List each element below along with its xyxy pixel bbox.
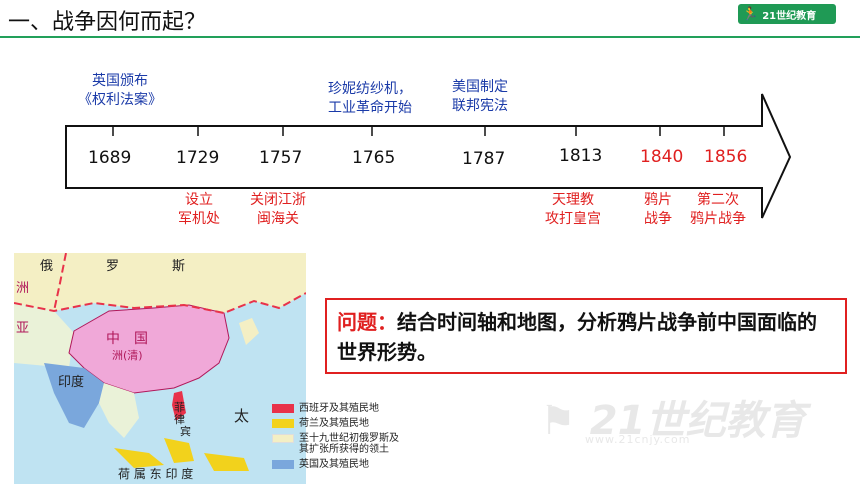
timeline-note-us-constitution: 美国制定 联邦宪法 [452, 79, 508, 114]
legend-swatch-netherlands [272, 419, 294, 428]
question-heading: 问题： [337, 310, 397, 334]
title-bar: 一、战争因何而起？ 🏃 21世纪教育 [0, 0, 860, 38]
map-shapes [14, 253, 306, 471]
page-title: 一、战争因何而起？ [8, 10, 207, 35]
map-label-pacific: 太 [234, 407, 250, 425]
legend-swatch-russia [272, 434, 294, 443]
timeline-year-1765: 1765 [352, 148, 396, 168]
brand-logo-text: 21世纪教育 [762, 10, 817, 22]
historical-map: 俄 罗 斯 洲 亚 中 国 洲(清) 印度 菲 律 宾 太 荷 属 东 印 度 [14, 253, 306, 484]
watermark-url: www.21cnjy.com [585, 433, 691, 446]
japan-land [239, 318, 259, 345]
dutch-indies-2 [164, 438, 194, 463]
map-label-qing: 洲(清) [112, 349, 143, 362]
legend-swatch-spain [272, 404, 294, 413]
timeline-year-1689: 1689 [88, 148, 132, 168]
title-divider [0, 36, 860, 38]
timeline-year-1757: 1757 [259, 148, 303, 168]
timeline-year-1856: 1856 [704, 147, 748, 167]
dutch-indies-3 [204, 453, 249, 471]
timeline-note-industrial-revolution: 珍妮纺纱机， 工业革命开始 [328, 81, 412, 116]
brand-logo: 🏃 21世纪教育 [738, 4, 836, 24]
map-label-china: 中 国 [106, 331, 148, 347]
legend-netherlands: 荷兰及其殖民地 [272, 418, 369, 429]
map-label-ya: 亚 [16, 321, 30, 336]
timeline-note-close-customs: 关闭江浙 闽海关 [250, 192, 306, 227]
timeline-note-second-opium-war: 第二次 鸦片战争 [690, 192, 746, 227]
map-label-russia-luo: 罗 [106, 259, 120, 274]
timeline-note-bill-of-rights: 英国颁布 《权利法案》 [78, 73, 162, 108]
legend-britain: 英国及其殖民地 [272, 459, 369, 470]
timeline-year-1729: 1729 [176, 148, 220, 168]
timeline-note-opium-war: 鸦片 战争 [644, 192, 672, 227]
map-label-dutch-indies: 荷 属 东 印 度 [118, 467, 194, 481]
map-label-russia-si: 斯 [172, 259, 186, 274]
map-label-philippines-bin: 宾 [180, 425, 191, 438]
question-text: 结合时间轴和地图，分析鸦片战争前中国面临的世界形势。 [337, 310, 817, 364]
legend-russia: 至十九世纪初俄罗斯及 其扩张所获得的领土 [272, 433, 399, 455]
map-label-zhou: 洲 [16, 281, 30, 296]
runner-icon: 🏃 [742, 6, 759, 22]
timeline-year-1813: 1813 [559, 146, 603, 166]
question-box: 问题：结合时间轴和地图，分析鸦片战争前中国面临的世界形势。 [325, 298, 847, 374]
legend-swatch-britain [272, 460, 294, 469]
legend-spain: 西班牙及其殖民地 [272, 403, 379, 414]
map-label-india: 印度 [58, 375, 85, 390]
timeline-note-tianli-sect: 天理教 攻打皇宫 [545, 192, 601, 227]
timeline-year-1787: 1787 [462, 149, 506, 169]
timeline-note-grand-council: 设立 军机处 [178, 192, 220, 227]
map-label-russia-e: 俄 [40, 259, 54, 274]
timeline-year-1840: 1840 [640, 147, 684, 167]
